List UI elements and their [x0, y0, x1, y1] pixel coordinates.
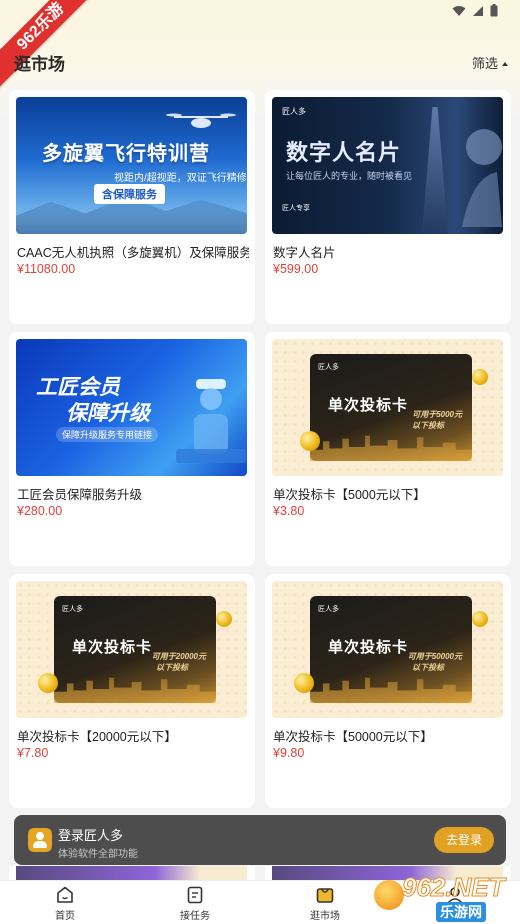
- product-image: 匠人多 单次投标卡 可用于20000元 以下投标: [16, 581, 247, 718]
- thumb-subline: 保障升级服务专用链接: [56, 427, 159, 442]
- thumb-logo: 匠人多: [318, 606, 339, 613]
- thumb-logo: 匠人多: [318, 364, 339, 371]
- thumb-subline: 让每位匠人的专业，随时被看见: [286, 171, 413, 181]
- login-banner-title: 登录匠人多: [58, 828, 124, 843]
- product-title: 数字人名片: [273, 246, 336, 260]
- product-title: 工匠会员保障服务升级: [17, 488, 143, 502]
- product-title: 单次投标卡【50000元以下】: [273, 730, 433, 744]
- bid-card-note-2: 以下投标: [412, 421, 444, 430]
- tab-label: 逛市场: [310, 911, 340, 922]
- product-title: 单次投标卡【5000元以下】: [273, 488, 426, 502]
- watermark-logo-icon: [374, 880, 404, 910]
- product-price: ¥11080.00: [17, 262, 76, 276]
- product-image: 匠人多 单次投标卡 可用于50000元 以下投标: [272, 581, 503, 718]
- bid-card-note-2: 以下投标: [156, 663, 188, 672]
- thumb-logo: 匠人多: [282, 107, 306, 116]
- coin-icon: [294, 673, 314, 693]
- tab-market[interactable]: 逛市场: [260, 881, 390, 924]
- product-image: 工匠会员 保障升级 保障升级服务专用链接: [16, 339, 247, 476]
- coin-icon: [216, 611, 232, 627]
- bid-card-note-1: 可用于50000元: [407, 652, 462, 661]
- product-title: CAAC无人机执照（多旋翼机）及保障服务: [17, 246, 249, 260]
- thumb-headline: 多旋翼飞行特训营: [42, 143, 210, 165]
- watermark-brand: 962.NET: [402, 872, 506, 903]
- product-card[interactable]: 多旋翼飞行特训营 视距内/超视距，双证飞行精修课 含保障服务 CAAC无人机执照…: [9, 90, 255, 324]
- product-image: 匠人多 单次投标卡 可用于5000元 以下投标: [272, 339, 503, 476]
- market-icon: [316, 888, 334, 903]
- signal-icon: [473, 5, 483, 16]
- bid-card-note-1: 可用于5000元: [412, 410, 462, 419]
- product-card[interactable]: 工匠会员 保障升级 保障升级服务专用链接 工匠会员保障服务升级 ¥280.00: [9, 332, 255, 566]
- thumb-badge: 匠人专享: [282, 205, 310, 212]
- battery-icon: [490, 4, 498, 17]
- skyline-graphic: [310, 677, 472, 703]
- skyline-graphic: [310, 435, 472, 461]
- bid-card-graphic: 匠人多 单次投标卡 可用于50000元 以下投标: [310, 596, 472, 703]
- coin-icon: [472, 369, 488, 385]
- sort-triangle-icon: [502, 62, 508, 66]
- tower-graphic: [422, 107, 448, 234]
- bid-card-title: 单次投标卡: [328, 639, 409, 656]
- vr-figure-graphic: [176, 379, 246, 463]
- coin-icon: [472, 611, 488, 627]
- task-icon: [187, 886, 203, 904]
- tab-tasks[interactable]: 接任务: [130, 881, 260, 924]
- filter-button[interactable]: 筛选: [472, 53, 508, 72]
- thumb-headline: 数字人名片: [286, 140, 402, 165]
- bid-card-graphic: 匠人多 单次投标卡 可用于20000元 以下投标: [54, 596, 216, 703]
- user-avatar-icon: [28, 828, 52, 852]
- login-banner-subtitle: 体验软件全部功能: [58, 849, 138, 860]
- tab-home[interactable]: 首页: [0, 881, 130, 924]
- product-price: ¥3.80: [273, 504, 305, 518]
- bid-card-graphic: 匠人多 单次投标卡 可用于5000元 以下投标: [310, 354, 472, 461]
- wifi-icon: [452, 5, 466, 16]
- tab-label: 接任务: [180, 911, 210, 922]
- bid-card-title: 单次投标卡: [328, 397, 409, 414]
- home-icon: [57, 886, 73, 903]
- product-price: ¥7.80: [17, 746, 49, 760]
- bid-card-note-2: 以下投标: [412, 663, 444, 672]
- product-image: 匠人多 数字人名片 让每位匠人的专业，随时被看见 匠人专享: [272, 97, 503, 234]
- product-price: ¥280.00: [17, 504, 63, 518]
- drone-icon: [166, 113, 236, 128]
- product-card[interactable]: 匠人多 数字人名片 让每位匠人的专业，随时被看见 匠人专享 数字人名片 ¥599…: [265, 90, 511, 324]
- bid-card-note-1: 可用于20000元: [151, 652, 206, 661]
- login-banner: 登录匠人多 体验软件全部功能 去登录: [14, 815, 506, 865]
- login-button[interactable]: 去登录: [434, 827, 494, 853]
- product-card[interactable]: 匠人多 单次投标卡 可用于20000元 以下投标 单次投标卡【20000元以下】…: [9, 574, 255, 808]
- thumb-logo: 匠人多: [62, 606, 83, 613]
- watermark-sub: 乐游网: [436, 902, 486, 922]
- thumb-headline-2: 保障升级: [66, 402, 150, 425]
- thumb-pill: 含保障服务: [94, 184, 165, 204]
- coin-icon: [300, 431, 320, 451]
- page-title-text: 逛市场: [14, 55, 65, 74]
- product-card[interactable]: 匠人多 单次投标卡 可用于50000元 以下投标 单次投标卡【50000元以下】…: [265, 574, 511, 808]
- robot-hand-graphic: [462, 129, 502, 227]
- page-title: 逛市场: [12, 50, 65, 75]
- tab-label: 首页: [55, 911, 75, 922]
- coin-icon: [38, 673, 58, 693]
- bid-card-title: 单次投标卡: [72, 639, 153, 656]
- product-title: 单次投标卡【20000元以下】: [17, 730, 177, 744]
- product-image: 多旋翼飞行特训营 视距内/超视距，双证飞行精修课 含保障服务: [16, 97, 247, 234]
- filter-label: 筛选: [471, 56, 498, 71]
- product-price: ¥9.80: [273, 746, 305, 760]
- product-price: ¥599.00: [273, 262, 319, 276]
- site-watermark: 962.NET 乐游网: [374, 872, 514, 922]
- skyline-graphic: [54, 677, 216, 703]
- product-card[interactable]: 匠人多 单次投标卡 可用于5000元 以下投标 单次投标卡【5000元以下】 ¥…: [265, 332, 511, 566]
